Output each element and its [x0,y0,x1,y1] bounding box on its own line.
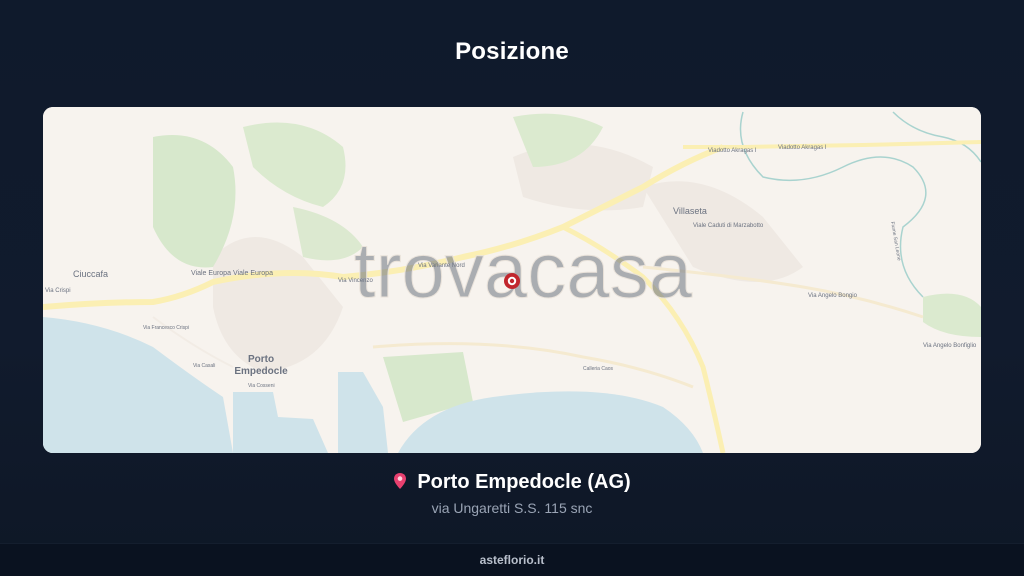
label-via-crispi: Via Crispi [45,288,71,294]
watermark-trovacasa: trovacasa [354,226,693,314]
label-viale-europa-2: Viale Europa [233,270,273,277]
label-viadotto-1: Viadotto Akragas I [708,148,757,154]
label-calleria-caos: Calleria Caos [583,366,614,372]
label-via-fr-crispi: Via Francesco Crispi [143,325,189,331]
page-title: Posizione [455,38,569,65]
label-via-variante-nord: Via Variante Nord [418,263,465,269]
location-name: Porto Empedocle (AG) [417,471,631,493]
label-porto-2: Empedocle [234,366,288,377]
label-via-angelo-2: Via Angelo Bonfiglio [923,343,977,349]
label-porto-1: Porto [248,354,274,365]
footer: asteflorio.it [0,543,1024,576]
location-address: via Ungaretti S.S. 115 snc [431,500,593,516]
location-marker-icon[interactable] [504,273,520,289]
label-viale-caduti: Viale Caduti di Marzabotto [693,223,764,229]
label-via-vincenzo: Via Vincenzo [338,278,373,284]
label-via-cosseni: Via Cosseni [248,383,275,389]
location-row: Porto Empedocle (AG) [0,471,1024,496]
label-villaseta: Villaseta [673,206,707,216]
label-viale-europa-1: Viale Europa [191,270,231,277]
footer-site-link[interactable]: asteflorio.it [0,553,1024,567]
label-via-casali: Via Casali [193,363,215,369]
map-pin-icon [393,472,407,496]
label-viadotto-2: Viadotto Akragas I [778,145,827,151]
label-via-angelo-1: Via Angelo Bongio [808,293,858,299]
map-canvas[interactable]: trovacasa Ciuccafa Porto Empedocle Villa… [43,107,981,453]
label-ciuccafa: Ciuccafa [73,269,108,279]
map-view[interactable]: trovacasa Ciuccafa Porto Empedocle Villa… [43,107,981,453]
